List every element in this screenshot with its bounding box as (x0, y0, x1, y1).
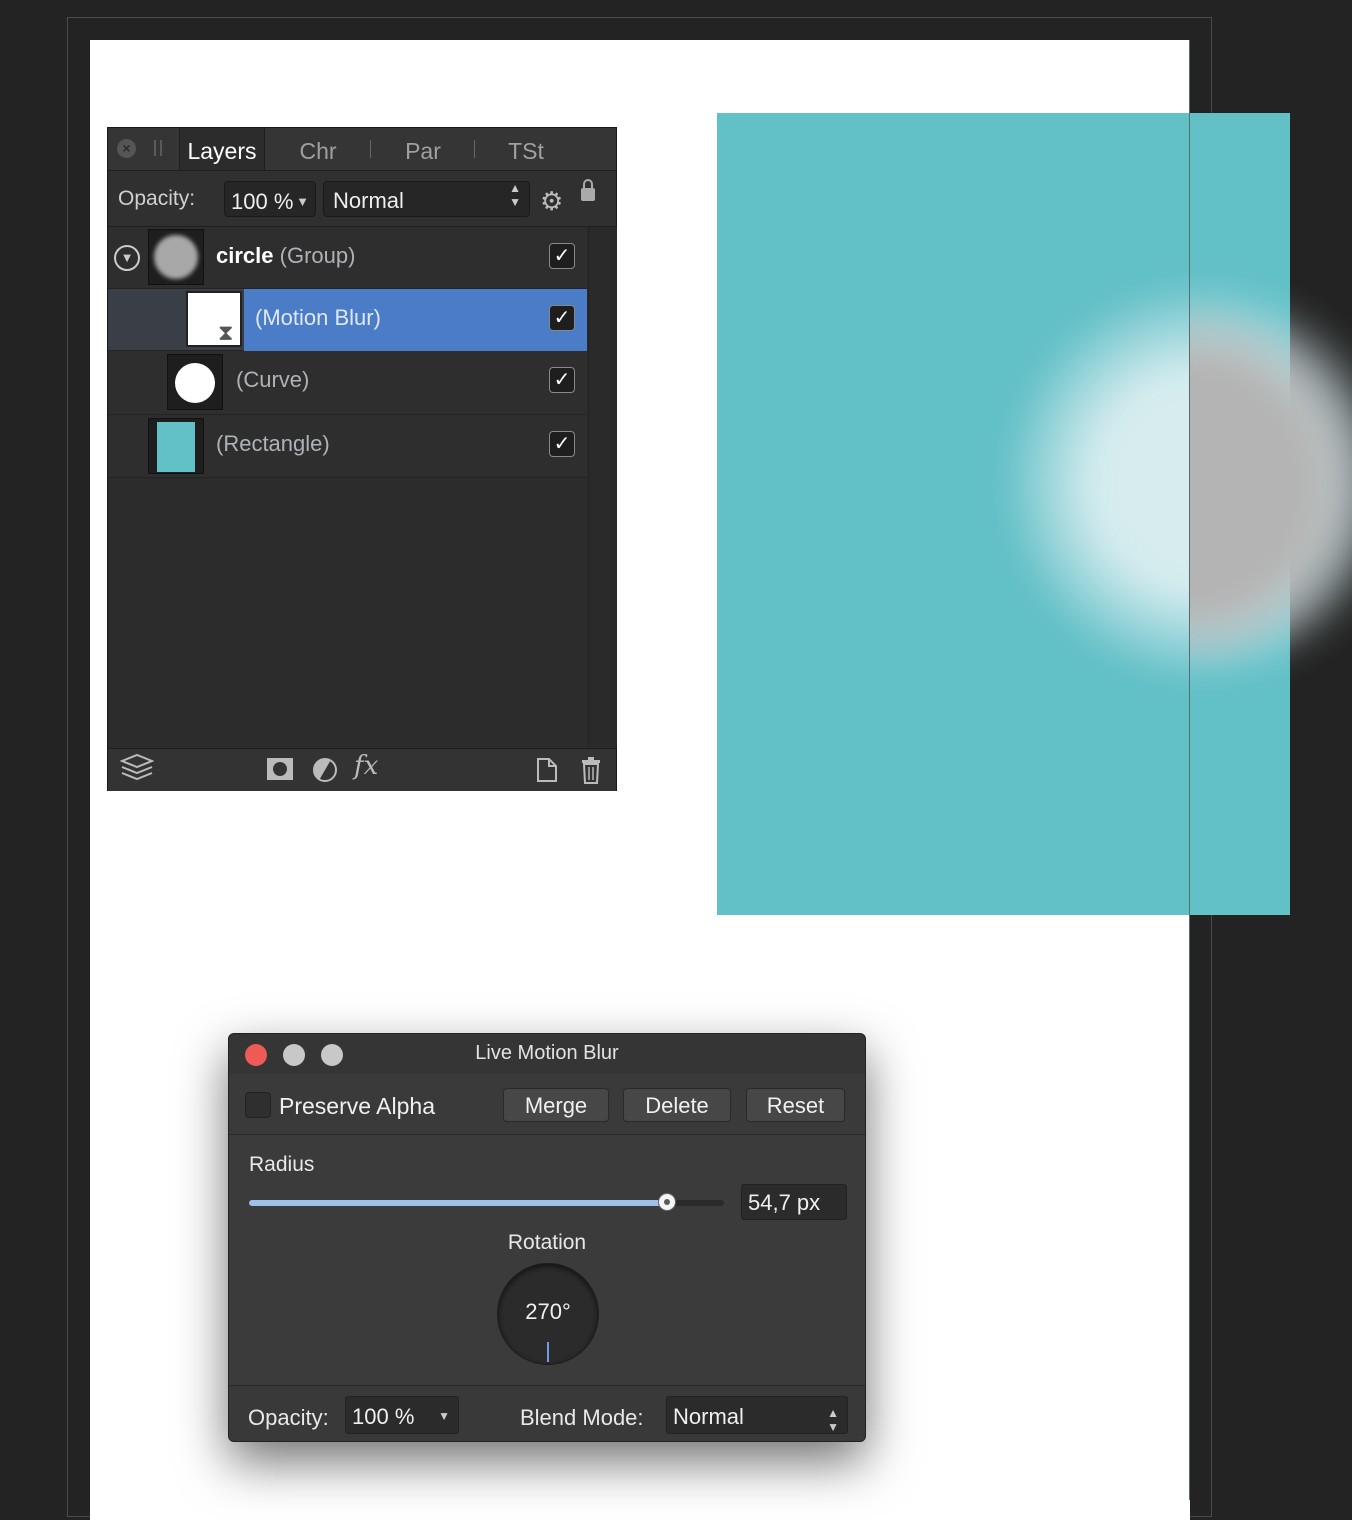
layers-stack-icon[interactable] (119, 753, 155, 790)
blend-mode-select[interactable]: Normal ▲ ▼ (666, 1396, 848, 1434)
preserve-alpha-label: Preserve Alpha (279, 1093, 435, 1119)
layers-panel: × Layers Chr Par TSt Opacity: 100 % ▼ No… (107, 127, 617, 791)
preserve-alpha-checkbox[interactable] (245, 1092, 271, 1118)
radius-input[interactable]: 54,7 px (741, 1184, 847, 1220)
tab-layers[interactable]: Layers (179, 128, 265, 170)
dialog-actions-row: Preserve Alpha Merge Delete Reset (229, 1074, 865, 1135)
layer-type: (Motion Blur) (255, 305, 381, 330)
rotation-indicator (547, 1342, 549, 1362)
canvas-circle-overflow (1190, 290, 1352, 680)
dialog-title-bar[interactable]: Live Motion Blur (229, 1034, 865, 1074)
layers-footer: fx (108, 748, 616, 791)
adjustment-icon[interactable] (312, 757, 338, 790)
merge-button[interactable]: Merge (503, 1088, 609, 1122)
page-edge-guide (1189, 40, 1190, 1500)
close-icon[interactable]: × (117, 139, 136, 158)
layer-row-circle-group[interactable]: ▼ circle (Group) ✓ (108, 227, 587, 289)
mask-icon[interactable] (266, 757, 294, 788)
layer-row-rectangle[interactable]: (Rectangle) ✓ (108, 415, 587, 478)
dropdown-arrow-icon: ▼ (296, 194, 309, 209)
visibility-checkbox[interactable]: ✓ (549, 305, 575, 331)
hourglass-icon: ⧗ (218, 320, 234, 345)
tab-paragraph[interactable]: Par (383, 128, 463, 170)
gear-icon[interactable]: ⚙ (540, 186, 563, 217)
layer-row-motion-blur[interactable]: ⧗ (Motion Blur) ✓ (108, 289, 587, 351)
layers-empty-area (108, 478, 588, 748)
layer-type: (Group) (279, 243, 356, 268)
layers-scrollbar[interactable] (588, 227, 617, 747)
layer-thumbnail (167, 354, 223, 410)
radius-slider-knob[interactable] (658, 1193, 676, 1211)
blend-mode-value: Normal (673, 1404, 744, 1429)
blend-mode-value: Normal (333, 188, 404, 213)
layer-type: (Curve) (236, 367, 310, 392)
opacity-dropdown[interactable]: 100 % ▼ (224, 181, 316, 217)
rotation-value: 270° (525, 1299, 571, 1324)
dropdown-arrow-icon: ▼ (438, 1409, 450, 1423)
dialog-body: Radius 54,7 px Rotation 270° (229, 1135, 865, 1385)
radius-slider[interactable] (249, 1193, 724, 1211)
layer-thumbnail: ⧗ (186, 291, 242, 347)
visibility-checkbox[interactable]: ✓ (549, 243, 575, 269)
layer-name: circle (216, 243, 274, 268)
lock-icon[interactable] (581, 179, 595, 201)
opacity-value: 100 % (352, 1404, 415, 1429)
live-motion-blur-dialog: Live Motion Blur Preserve Alpha Merge De… (228, 1033, 866, 1442)
stepper-arrows-icon: ▲ ▼ (509, 181, 521, 209)
reset-button[interactable]: Reset (746, 1088, 845, 1122)
grip-icon[interactable] (154, 140, 162, 156)
layer-thumbnail (148, 418, 204, 474)
blend-mode-label: Blend Mode: (520, 1405, 644, 1430)
panel-tab-bar: × Layers Chr Par TSt (108, 128, 616, 171)
rotation-dial[interactable]: 270° (497, 1263, 599, 1365)
trash-icon[interactable] (581, 756, 601, 791)
layer-row-curve[interactable]: (Curve) ✓ (108, 351, 587, 415)
tab-separator (370, 140, 371, 158)
new-layer-icon[interactable] (536, 757, 558, 790)
stepper-arrows-icon: ▲ ▼ (827, 1406, 839, 1434)
visibility-checkbox[interactable]: ✓ (549, 367, 575, 393)
tab-character[interactable]: Chr (278, 128, 358, 170)
tab-text-styles[interactable]: TSt (486, 128, 566, 170)
opacity-label: Opacity: (248, 1405, 329, 1430)
expand-collapse-icon[interactable]: ▼ (114, 245, 140, 271)
rotation-label: Rotation (507, 1231, 587, 1254)
blend-mode-select[interactable]: Normal ▲ ▼ (323, 181, 530, 217)
dialog-footer: Opacity: 100 % ▼ Blend Mode: Normal ▲ ▼ (229, 1385, 865, 1441)
visibility-checkbox[interactable]: ✓ (549, 431, 575, 457)
tab-separator (474, 140, 475, 158)
opacity-dropdown[interactable]: 100 % ▼ (345, 1396, 459, 1434)
layer-label: circle (Group) (216, 243, 355, 269)
radius-slider-fill (249, 1200, 667, 1206)
layers-toolbar: Opacity: 100 % ▼ Normal ▲ ▼ ⚙ (108, 171, 616, 227)
radius-label: Radius (249, 1153, 315, 1176)
layer-type: (Rectangle) (216, 431, 330, 456)
layer-thumbnail (148, 229, 204, 285)
opacity-label: Opacity: (118, 187, 196, 210)
delete-button[interactable]: Delete (623, 1088, 731, 1122)
opacity-value: 100 % (231, 189, 294, 214)
fx-icon[interactable]: fx (354, 751, 378, 781)
dialog-title: Live Motion Blur (475, 1042, 619, 1064)
